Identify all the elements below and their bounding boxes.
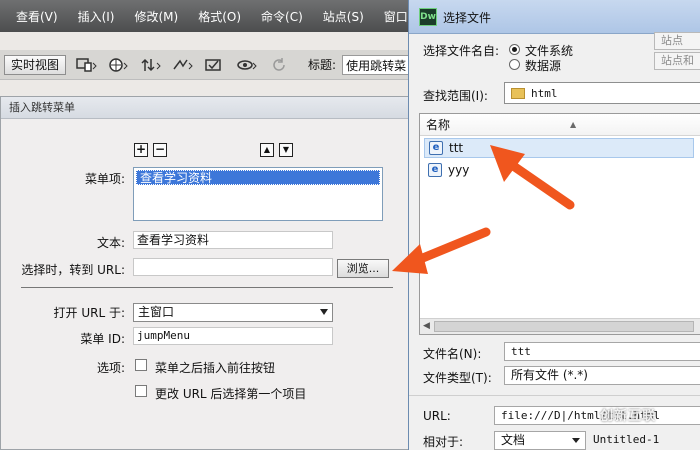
dialog-title: 选择文件 bbox=[443, 11, 492, 25]
dialog-title: 插入跳转菜单 bbox=[1, 97, 409, 119]
html-file-icon: e bbox=[428, 163, 442, 177]
menu-id-label: 菜单 ID: bbox=[80, 332, 125, 346]
site-and-server-button[interactable]: 站点和 bbox=[654, 52, 700, 70]
datasource-radio[interactable] bbox=[509, 59, 520, 70]
menu-id-input[interactable]: jumpMenu bbox=[133, 327, 333, 345]
insert-jump-menu-dialog: 插入跳转菜单 + − ▲ ▼ 菜单项: 查看学习资料 文本: 查看学习资料 选择… bbox=[0, 96, 410, 450]
list-item[interactable]: e ttt bbox=[424, 138, 694, 158]
relative-doc-name: Untitled-1 bbox=[593, 433, 660, 446]
text-label: 文本: bbox=[96, 236, 125, 250]
folder-icon bbox=[511, 87, 525, 99]
debug-icon[interactable] bbox=[170, 55, 196, 75]
filetype-label: 文件类型(T): bbox=[423, 371, 492, 385]
column-name-label: 名称 bbox=[426, 118, 451, 132]
visual-aids-icon[interactable] bbox=[202, 55, 228, 75]
url-input[interactable] bbox=[133, 258, 333, 276]
list-item[interactable]: 查看学习资料 bbox=[136, 170, 380, 185]
datasource-label: 数据源 bbox=[525, 59, 562, 73]
view-options-icon[interactable] bbox=[234, 55, 260, 75]
menu-items-list[interactable]: 查看学习资料 bbox=[133, 167, 383, 221]
list-item[interactable]: e yyy bbox=[424, 160, 694, 180]
file-list[interactable]: 名称 ▲ e ttt e yyy ◀ bbox=[419, 113, 700, 335]
menu-format[interactable]: 格式(O) bbox=[192, 8, 247, 25]
lookin-select[interactable]: html bbox=[504, 82, 700, 104]
menu-items-label: 菜单项: bbox=[84, 172, 125, 186]
file-name: ttt bbox=[449, 141, 464, 155]
multiscreen-icon[interactable] bbox=[74, 55, 100, 75]
url-label: URL: bbox=[423, 409, 451, 423]
select-file-dialog: Dw 选择文件 选择文件名自: 文件系统 数据源 站点 站点和 查找范围(I):… bbox=[408, 0, 700, 450]
text-input[interactable]: 查看学习资料 bbox=[133, 231, 333, 249]
chevron-down-icon bbox=[320, 309, 328, 315]
file-management-icon[interactable] bbox=[138, 55, 164, 75]
relative-to-label: 相对于: bbox=[423, 435, 464, 449]
open-url-in-label: 打开 URL 于: bbox=[53, 306, 125, 320]
lookin-label: 查找范围(I): bbox=[423, 89, 488, 103]
chevron-down-icon bbox=[572, 438, 580, 443]
relative-to-select[interactable]: 文档 bbox=[494, 431, 586, 450]
watermark-text: 创新互联 bbox=[600, 409, 657, 424]
sort-caret-icon: ▲ bbox=[570, 120, 577, 129]
title-input[interactable]: 使用跳转菜 bbox=[342, 54, 413, 75]
live-view-button[interactable]: 实时视图 bbox=[4, 54, 67, 75]
menu-view[interactable]: 查看(V) bbox=[10, 8, 64, 25]
menu-commands[interactable]: 命令(C) bbox=[255, 8, 309, 25]
select-first-item-checkbox[interactable] bbox=[135, 385, 147, 397]
option-select-first-item: 更改 URL 后选择第一个项目 bbox=[155, 387, 307, 401]
column-header-name[interactable]: 名称 ▲ bbox=[420, 114, 700, 136]
open-url-in-value: 主窗口 bbox=[138, 305, 175, 319]
option-insert-go-button: 菜单之后插入前往按钮 bbox=[155, 361, 276, 375]
menu-site[interactable]: 站点(S) bbox=[317, 8, 370, 25]
menu-modify[interactable]: 修改(M) bbox=[128, 8, 184, 25]
filetype-value: 所有文件 (*.*) bbox=[511, 368, 588, 382]
add-item-button[interactable]: + bbox=[134, 143, 148, 157]
html-file-icon: e bbox=[429, 141, 443, 155]
url-input[interactable]: file:///D|/html/ttt.html bbox=[494, 406, 700, 425]
scroll-left-icon[interactable]: ◀ bbox=[423, 321, 430, 331]
site-button[interactable]: 站点 bbox=[654, 32, 700, 50]
file-name: yyy bbox=[448, 163, 470, 177]
open-url-in-select[interactable]: 主窗口 bbox=[133, 303, 333, 322]
refresh-icon[interactable] bbox=[266, 55, 292, 75]
dialog-titlebar: Dw 选择文件 bbox=[409, 0, 700, 34]
move-up-button[interactable]: ▲ bbox=[260, 143, 274, 157]
divider bbox=[409, 395, 700, 396]
dreamweaver-logo-icon: Dw bbox=[419, 8, 437, 26]
remove-item-button[interactable]: − bbox=[153, 143, 167, 157]
menu-insert[interactable]: 插入(I) bbox=[72, 8, 121, 25]
divider bbox=[21, 287, 393, 288]
filename-label: 文件名(N): bbox=[423, 347, 482, 361]
browse-button[interactable]: 浏览... bbox=[337, 259, 389, 278]
filename-input[interactable]: ttt bbox=[504, 342, 700, 361]
preview-browser-icon[interactable] bbox=[106, 55, 132, 75]
filesystem-radio[interactable] bbox=[509, 44, 520, 55]
insert-go-button-checkbox[interactable] bbox=[135, 359, 147, 371]
select-from-label: 选择文件名自: bbox=[423, 44, 500, 58]
move-down-button[interactable]: ▼ bbox=[279, 143, 293, 157]
filetype-select[interactable]: 所有文件 (*.*) bbox=[504, 366, 700, 385]
horizontal-scrollbar[interactable]: ◀ bbox=[420, 318, 700, 334]
lookin-value: html bbox=[531, 86, 558, 100]
title-label: 标题: bbox=[308, 58, 337, 72]
scrollbar-thumb[interactable] bbox=[434, 321, 694, 332]
relative-to-value: 文档 bbox=[501, 433, 526, 447]
url-label: 选择时，转到 URL: bbox=[21, 263, 125, 277]
options-label: 选项: bbox=[96, 361, 125, 375]
